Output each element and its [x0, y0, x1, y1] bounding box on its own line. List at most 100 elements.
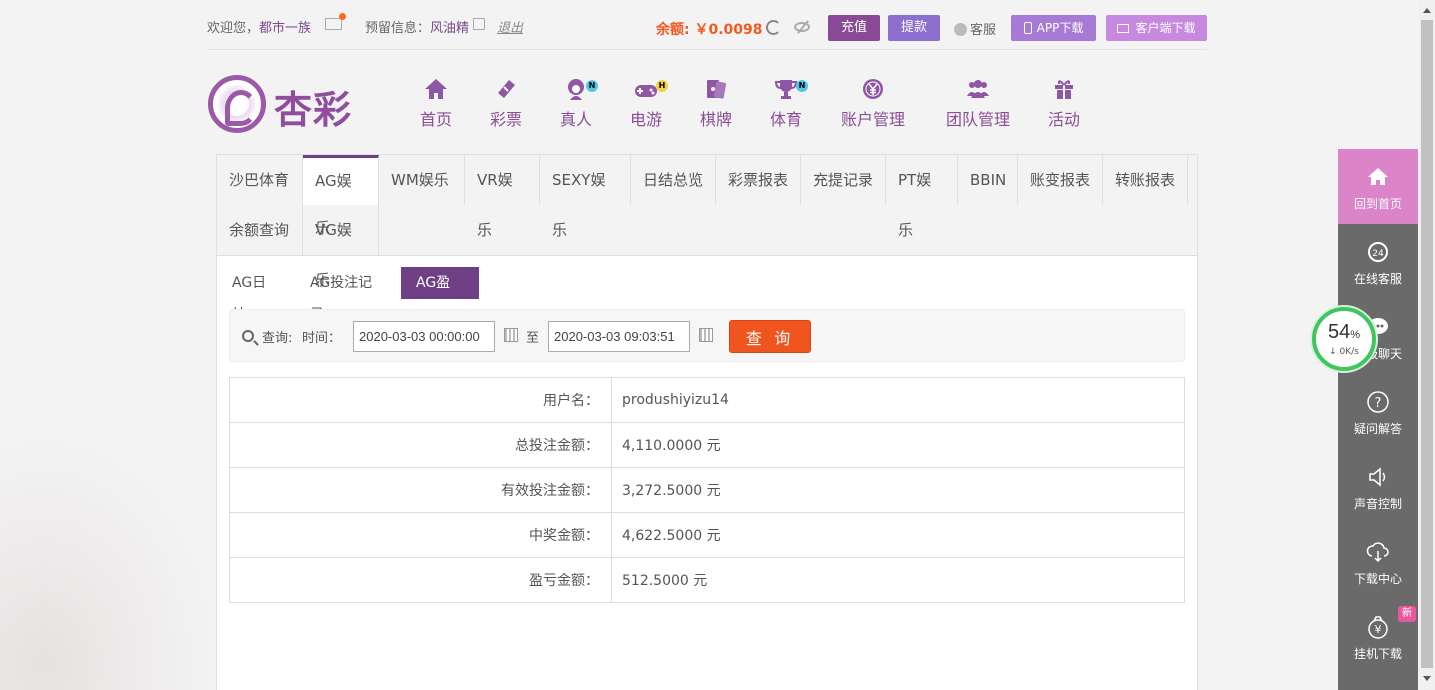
app-download-label: APP下载	[1036, 21, 1084, 35]
tab-vg[interactable]: VG娱乐	[303, 205, 379, 289]
table-row: 盈亏金额： 512.5000 元	[229, 557, 1185, 603]
nav-label: 首页	[419, 110, 452, 129]
scroll-down-arrow-icon[interactable]	[1423, 676, 1431, 681]
customer-service-link[interactable]: 客服	[954, 19, 996, 38]
nav-item-lottery[interactable]: 彩票	[466, 78, 546, 130]
logout-link[interactable]: 退出	[497, 17, 523, 36]
lottery-icon	[494, 78, 518, 100]
home-icon	[424, 78, 448, 100]
nav-item-chess[interactable]: 棋牌	[676, 78, 756, 130]
cloud-download-icon	[1366, 540, 1390, 564]
calendar-icon[interactable]	[504, 328, 518, 342]
new-badge: N	[796, 80, 808, 92]
speaker-icon	[1366, 465, 1390, 489]
new-badge: 新	[1398, 606, 1416, 622]
reserved-prefix: 预留信息：	[365, 21, 431, 36]
trophy-icon: N	[774, 78, 808, 100]
report-tabs: 沙巴体育 AG娱乐 WM娱乐 VR娱乐 SEXY娱乐 日结总览 彩票报表 充提记…	[217, 155, 1197, 289]
row-label: 用户名：	[229, 377, 612, 423]
row-value: produshiyizu14	[611, 377, 1185, 423]
nav-label: 电游	[629, 110, 662, 129]
speed-percent: 54%	[1316, 321, 1372, 344]
new-badge: N	[586, 80, 598, 92]
report-panel: 沙巴体育 AG娱乐 WM娱乐 VR娱乐 SEXY娱乐 日结总览 彩票报表 充提记…	[216, 154, 1198, 690]
site-logo[interactable]: 杏彩	[208, 73, 358, 135]
sidebar-item-sound[interactable]: 声音控制	[1338, 449, 1418, 524]
search-icon	[242, 330, 254, 342]
mail-icon[interactable]	[325, 13, 346, 30]
client-download-button[interactable]: 客户端下载	[1106, 15, 1207, 41]
username-link[interactable]: 都市一族	[259, 21, 311, 36]
tab-wm[interactable]: WM娱乐	[379, 155, 465, 205]
tab-daily-overview[interactable]: 日结总览	[631, 155, 716, 205]
tab-ag[interactable]: AG娱乐	[303, 155, 379, 237]
nav-label: 棋牌	[699, 110, 732, 129]
end-time-input[interactable]	[548, 321, 690, 352]
subtab-ag-profit-loss[interactable]: AG盈亏	[401, 267, 479, 323]
sidebar-label: 疑问解答	[1353, 422, 1402, 436]
nav-item-home[interactable]: 首页	[396, 78, 476, 130]
nav-item-egame[interactable]: H 电游	[606, 78, 686, 130]
to-label: 至	[526, 331, 540, 346]
gamepad-icon: H	[634, 78, 668, 100]
page-scrollbar[interactable]	[1419, 0, 1435, 690]
recharge-button[interactable]: 充值	[828, 15, 880, 41]
row-label: 中奖金额：	[229, 512, 612, 558]
svg-text:¥: ¥	[1375, 623, 1382, 636]
network-speed-widget[interactable]: 54% ↓ 0K/s	[1312, 307, 1376, 371]
nav-item-sports[interactable]: N 体育	[746, 78, 826, 130]
live-dealer-icon: N	[564, 78, 598, 100]
search-bar: 查询: 时间： 至 查 询	[229, 309, 1185, 362]
nav-item-live[interactable]: N 真人	[536, 78, 616, 130]
start-time-input[interactable]	[353, 321, 495, 352]
scroll-thumb[interactable]	[1421, 20, 1433, 668]
nav-item-account[interactable]: 账户管理	[833, 78, 913, 130]
nav-item-team[interactable]: 团队管理	[938, 78, 1018, 130]
cards-icon	[704, 78, 728, 100]
tab-shaba-sports[interactable]: 沙巴体育	[217, 155, 303, 205]
tab-transfer-report[interactable]: 转账报表	[1103, 155, 1188, 205]
row-value: 4,110.0000 元	[611, 422, 1185, 468]
sidebar-item-online-service[interactable]: 24 在线客服	[1338, 224, 1418, 299]
edit-icon[interactable]	[473, 18, 485, 30]
app-download-button[interactable]: APP下载	[1011, 15, 1096, 41]
query-button[interactable]: 查 询	[729, 320, 811, 353]
service-icon	[954, 23, 967, 36]
row-value: 512.5000 元	[611, 557, 1185, 603]
refresh-icon[interactable]	[766, 20, 781, 35]
speed-percent-unit: %	[1350, 329, 1361, 341]
logo-emblem-icon	[208, 75, 266, 133]
sidebar-item-faq[interactable]: ? 疑问解答	[1338, 374, 1418, 449]
scroll-up-arrow-icon[interactable]	[1423, 8, 1431, 13]
row-value: 4,622.5000 元	[611, 512, 1185, 558]
tab-bbin[interactable]: BBIN	[958, 155, 1018, 205]
calendar-icon[interactable]	[699, 328, 713, 342]
row-value: 3,272.5000 元	[611, 467, 1185, 513]
tab-sexy[interactable]: SEXY娱乐	[540, 155, 631, 239]
row-label: 总投注金额：	[229, 422, 612, 468]
hot-badge: H	[656, 80, 668, 92]
speed-rate-value: 0K/s	[1339, 347, 1359, 357]
yen-coin-icon	[861, 78, 885, 100]
team-icon	[966, 78, 990, 100]
table-row: 有效投注金额： 3,272.5000 元	[229, 467, 1185, 513]
tab-balance-query[interactable]: 余额查询	[217, 205, 303, 255]
tab-deposit-withdraw-records[interactable]: 充提记录	[801, 155, 886, 205]
sidebar-item-home[interactable]: 回到首页	[1338, 149, 1418, 224]
sidebar-item-download-center[interactable]: 下载中心	[1338, 524, 1418, 599]
profit-loss-table: 用户名： produshiyizu14 总投注金额： 4,110.0000 元 有效…	[229, 377, 1185, 603]
headset-24-icon: 24	[1366, 240, 1390, 264]
speed-rate: ↓ 0K/s	[1329, 347, 1359, 357]
tab-account-change-report[interactable]: 账变报表	[1018, 155, 1103, 205]
hide-balance-icon[interactable]	[794, 22, 810, 32]
subtab-ag-bet-records[interactable]: AG投注记录	[295, 267, 401, 323]
withdraw-button[interactable]: 提款	[888, 15, 940, 41]
tab-pt[interactable]: PT娱乐	[886, 155, 958, 239]
nav-label: 真人	[559, 110, 592, 129]
logo-text: 杏彩	[274, 87, 353, 132]
tab-lottery-report[interactable]: 彩票报表	[716, 155, 801, 205]
tab-vr[interactable]: VR娱乐	[465, 155, 540, 239]
table-row: 总投注金额： 4,110.0000 元	[229, 422, 1185, 468]
subtab-ag-daily[interactable]: AG日结	[217, 267, 295, 323]
nav-item-activity[interactable]: 活动	[1024, 78, 1104, 130]
